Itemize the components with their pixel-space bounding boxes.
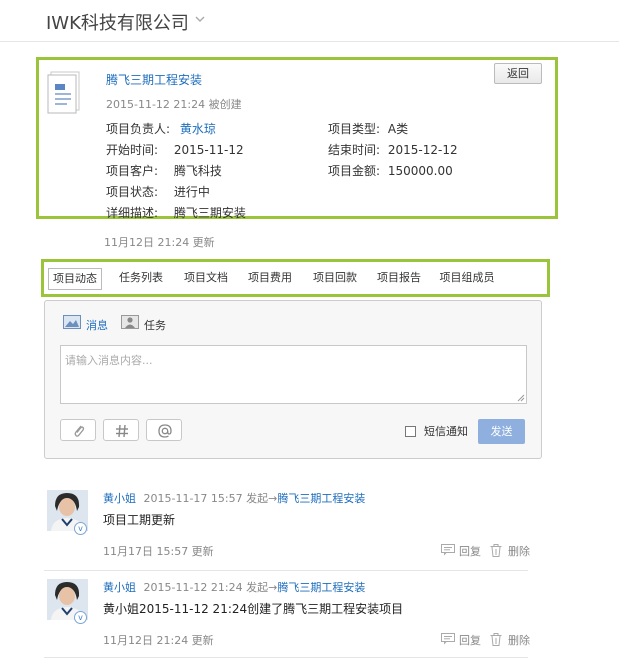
owner-value[interactable]: 黄水琼 bbox=[180, 120, 216, 137]
description-field: 详细描述: 腾飞三期安装 bbox=[106, 204, 246, 221]
start-field: 开始时间: 2015-11-12 bbox=[106, 141, 244, 158]
start-value: 2015-11-12 bbox=[173, 143, 244, 157]
top-bar: IWK科技有限公司 bbox=[0, 0, 619, 42]
description-label: 详细描述: bbox=[106, 206, 159, 220]
feed-item: v 黄小姐 2015-11-17 15:57 发起→腾飞三期工程安装 项目工期更… bbox=[44, 490, 530, 560]
amount-field: 项目金额: 150000.00 bbox=[328, 162, 453, 179]
mention-button[interactable] bbox=[146, 419, 182, 441]
tab-project-payments[interactable]: 项目回款 bbox=[308, 268, 362, 290]
at-icon bbox=[158, 424, 172, 438]
paperclip-icon bbox=[74, 425, 85, 437]
verified-badge-icon: v bbox=[74, 611, 87, 624]
end-value: 2015-12-12 bbox=[387, 143, 458, 157]
sms-notify-checkbox[interactable] bbox=[405, 426, 416, 437]
trash-icon bbox=[490, 544, 502, 557]
feed-project-link[interactable]: 腾飞三期工程安装 bbox=[277, 581, 365, 594]
sms-notify-label: 短信通知 bbox=[424, 425, 468, 438]
user-card-icon bbox=[121, 315, 139, 329]
message-composer: 消息 任务 请输入消息内容... 短信通知 发送 bbox=[44, 300, 542, 459]
type-field: 项目类型: A类 bbox=[328, 120, 408, 137]
description-value: 腾飞三期安装 bbox=[173, 206, 246, 220]
type-value: A类 bbox=[387, 122, 409, 136]
feed-header: 黄小姐 2015-11-17 15:57 发起→腾飞三期工程安装 bbox=[103, 490, 365, 506]
message-placeholder: 请输入消息内容... bbox=[65, 354, 153, 367]
feed-time: 2015-11-12 21:24 发起→ bbox=[143, 581, 278, 594]
image-icon bbox=[63, 315, 81, 329]
mode-task-label: 任务 bbox=[144, 319, 166, 332]
feed-divider bbox=[44, 570, 528, 571]
attach-button[interactable] bbox=[60, 419, 96, 441]
chevron-down-icon[interactable] bbox=[195, 14, 205, 24]
topic-button[interactable] bbox=[103, 419, 139, 441]
project-info-panel: 腾飞三期工程安装 2015-11-12 21:24 被创建 返回 项目负责人: … bbox=[36, 57, 558, 221]
company-name[interactable]: IWK科技有限公司 bbox=[46, 9, 189, 35]
feed-updated: 11月12日 21:24 更新 bbox=[103, 634, 214, 647]
project-title[interactable]: 腾飞三期工程安装 bbox=[106, 71, 202, 88]
status-field: 项目状态: 进行中 bbox=[106, 183, 210, 200]
tab-project-members[interactable]: 项目组成员 bbox=[435, 268, 499, 290]
project-created: 2015-11-12 21:24 被创建 bbox=[106, 98, 242, 111]
send-button[interactable]: 发送 bbox=[478, 419, 525, 444]
status-value: 进行中 bbox=[173, 185, 210, 199]
delete-label: 删除 bbox=[508, 545, 530, 558]
delete-label: 删除 bbox=[508, 634, 530, 647]
tab-project-reports[interactable]: 项目报告 bbox=[372, 268, 426, 290]
client-label: 项目客户: bbox=[106, 164, 159, 178]
owner-label: 项目负责人: bbox=[106, 122, 171, 136]
feed-divider bbox=[44, 657, 528, 658]
project-updated: 11月12日 21:24 更新 bbox=[104, 236, 215, 249]
feed-time: 2015-11-17 15:57 发起→ bbox=[143, 492, 278, 505]
amount-value: 150000.00 bbox=[387, 164, 453, 178]
resize-handle-icon[interactable] bbox=[517, 394, 525, 402]
verified-badge-icon: v bbox=[74, 522, 87, 535]
end-field: 结束时间: 2015-12-12 bbox=[328, 141, 458, 158]
feed-item: v 黄小姐 2015-11-12 21:24 发起→腾飞三期工程安装 黄小姐20… bbox=[44, 579, 530, 649]
client-value: 腾飞科技 bbox=[173, 164, 222, 178]
reply-label: 回复 bbox=[459, 545, 481, 558]
client-field: 项目客户: 腾飞科技 bbox=[106, 162, 222, 179]
type-label: 项目类型: bbox=[328, 122, 381, 136]
feed-author[interactable]: 黄小姐 bbox=[103, 581, 136, 594]
feed-updated: 11月17日 15:57 更新 bbox=[103, 545, 214, 558]
tab-task-list[interactable]: 任务列表 bbox=[114, 268, 168, 290]
feed-content: 黄小姐2015-11-12 21:24创建了腾飞三期工程安装项目 bbox=[103, 602, 404, 616]
message-input[interactable]: 请输入消息内容... bbox=[60, 345, 527, 404]
status-label: 项目状态: bbox=[106, 185, 159, 199]
document-icon bbox=[47, 71, 80, 114]
feed-project-link[interactable]: 腾飞三期工程安装 bbox=[277, 492, 365, 505]
tab-project-docs[interactable]: 项目文档 bbox=[179, 268, 233, 290]
tab-project-activity[interactable]: 项目动态 bbox=[48, 268, 102, 290]
hashtag-icon bbox=[116, 424, 128, 438]
owner-field: 项目负责人: 黄水琼 bbox=[106, 120, 216, 137]
end-label: 结束时间: bbox=[328, 143, 381, 157]
comment-icon bbox=[441, 633, 455, 645]
reply-label: 回复 bbox=[459, 634, 481, 647]
feed-header: 黄小姐 2015-11-12 21:24 发起→腾飞三期工程安装 bbox=[103, 579, 365, 595]
amount-label: 项目金额: bbox=[328, 164, 381, 178]
feed-content: 项目工期更新 bbox=[103, 513, 176, 527]
tab-project-costs[interactable]: 项目费用 bbox=[243, 268, 297, 290]
project-tabs: 项目动态 任务列表 项目文档 项目费用 项目回款 项目报告 项目组成员 bbox=[41, 259, 550, 297]
back-button[interactable]: 返回 bbox=[494, 63, 542, 84]
start-label: 开始时间: bbox=[106, 143, 159, 157]
feed-author[interactable]: 黄小姐 bbox=[103, 492, 136, 505]
trash-icon bbox=[490, 633, 502, 646]
comment-icon bbox=[441, 544, 455, 556]
mode-message-label: 消息 bbox=[86, 319, 108, 332]
